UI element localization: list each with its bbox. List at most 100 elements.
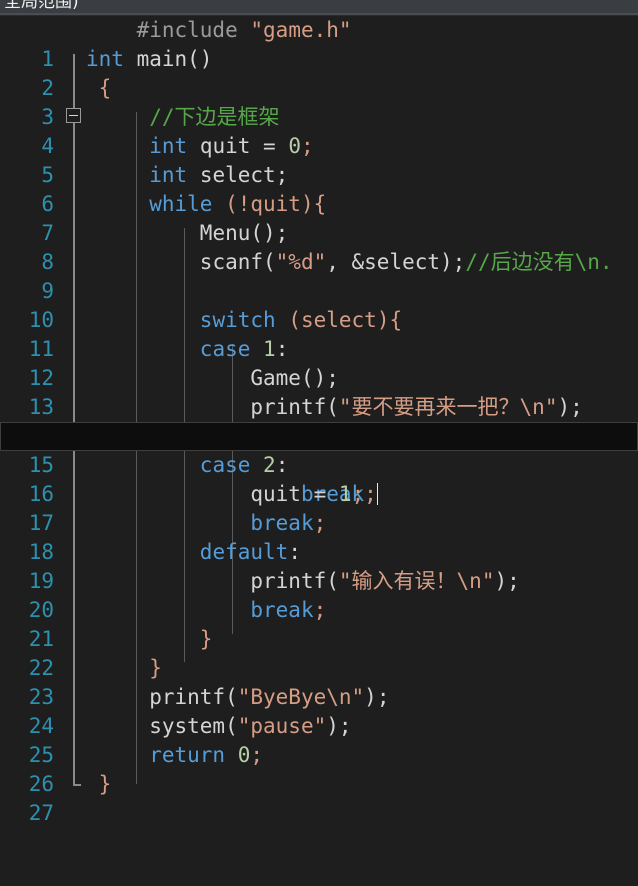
token-args: , &select); bbox=[326, 250, 466, 274]
token-preprocessor: #include bbox=[136, 18, 238, 42]
token-operator: = bbox=[313, 482, 327, 506]
code-line-6[interactable]: 6 int select; bbox=[0, 161, 638, 216]
token-call: printf( bbox=[149, 685, 238, 709]
code-text: { bbox=[86, 74, 112, 103]
code-text: int quit = 0; bbox=[86, 132, 314, 161]
code-text: break; bbox=[86, 596, 326, 625]
code-line-24[interactable]: 24 printf("ByeBye\n"); bbox=[0, 683, 638, 738]
scope-bar-divider bbox=[0, 13, 638, 15]
code-line-22[interactable]: 22 } bbox=[0, 625, 638, 680]
token-string: "ByeBye\n" bbox=[237, 685, 365, 709]
token-keyword: default bbox=[199, 540, 289, 564]
token-keyword: int bbox=[86, 47, 124, 71]
token-keyword: break bbox=[250, 598, 314, 622]
code-line-4[interactable]: 4 //下边是框架 bbox=[0, 103, 638, 158]
token-string: "要不要再来一把？\n" bbox=[338, 395, 558, 419]
token-keyword: switch bbox=[199, 308, 276, 332]
token-brace: } bbox=[149, 656, 162, 680]
code-text: #include "game.h" bbox=[86, 16, 352, 45]
token-brace: } bbox=[199, 627, 213, 651]
code-line-23[interactable]: 23 } bbox=[0, 654, 638, 709]
code-line-13[interactable]: 13 Game(); bbox=[0, 364, 638, 419]
code-line-3[interactable]: 3 { bbox=[0, 74, 638, 129]
code-text: Menu(); bbox=[86, 219, 289, 248]
token-identifier: quit bbox=[250, 482, 301, 506]
token-call: scanf( bbox=[199, 250, 276, 274]
token-operator: = bbox=[263, 134, 276, 158]
token-call: Menu(); bbox=[199, 221, 289, 245]
token-expression: (!quit){ bbox=[225, 192, 327, 216]
code-line-1[interactable]: 1 #include "game.h" bbox=[0, 16, 638, 71]
scope-bar-label: 全局范围) bbox=[4, 0, 79, 12]
code-text: int select; bbox=[86, 161, 288, 190]
code-line-25[interactable]: 25 system("pause"); bbox=[0, 712, 638, 767]
code-line-16[interactable]: 16 case 2: bbox=[0, 451, 638, 506]
code-line-7[interactable]: 7 while (!quit){ bbox=[0, 190, 638, 245]
token-string: "pause" bbox=[237, 714, 327, 738]
code-text: case 2: bbox=[86, 451, 289, 480]
token-number: 0 bbox=[237, 743, 251, 767]
code-text: //下边是框架 bbox=[86, 103, 280, 132]
code-text: quit = 1; bbox=[86, 480, 364, 509]
code-text: break; bbox=[86, 509, 326, 538]
code-text: scanf("%d", &select);//后边没有\n. bbox=[86, 248, 613, 277]
token-number: 2 bbox=[263, 453, 276, 477]
token-string: "%d" bbox=[275, 250, 327, 274]
scope-navigation-bar[interactable]: 全局范围) bbox=[0, 0, 638, 16]
token-brace: { bbox=[98, 76, 112, 100]
code-text: while (!quit){ bbox=[86, 190, 326, 219]
token-comment: //后边没有\n. bbox=[465, 250, 613, 274]
code-line-18[interactable]: 18 break; bbox=[0, 509, 638, 564]
token-string: "输入有误！\n" bbox=[338, 569, 495, 593]
token-tail: ); bbox=[494, 569, 520, 593]
code-line-14[interactable]: 14 printf("要不要再来一把？\n"); bbox=[0, 393, 638, 448]
token-keyword: case bbox=[199, 337, 251, 361]
token-keyword: return bbox=[149, 743, 226, 767]
code-text: printf("ByeBye\n"); bbox=[86, 683, 389, 712]
code-editor[interactable]: 1 #include "game.h" 2 int main() 3 { 4 /… bbox=[0, 16, 638, 825]
token-comment: //下边是框架 bbox=[149, 105, 280, 129]
token-call: printf( bbox=[250, 395, 339, 419]
code-line-5[interactable]: 5 int quit = 0; bbox=[0, 132, 638, 187]
token-identifier: select; bbox=[199, 163, 289, 187]
code-line-17[interactable]: 17 quit = 1; bbox=[0, 480, 638, 535]
code-line-11[interactable]: 11 switch (select){ bbox=[0, 306, 638, 361]
token-semicolon: ; bbox=[313, 511, 327, 535]
token-semicolon: ; bbox=[301, 134, 314, 158]
token-brace: } bbox=[98, 772, 112, 796]
code-text: Game(); bbox=[86, 364, 339, 393]
line-number: 27 bbox=[28, 801, 54, 825]
token-keyword: while bbox=[149, 192, 213, 216]
code-text: return 0; bbox=[86, 741, 263, 770]
code-line-8[interactable]: 8 Menu(); bbox=[0, 219, 638, 274]
token-function: main() bbox=[136, 47, 213, 71]
token-expression: (select){ bbox=[288, 308, 403, 332]
token-keyword: case bbox=[199, 453, 251, 477]
code-line-12[interactable]: 12 case 1: bbox=[0, 335, 638, 390]
code-text: printf("要不要再来一把？\n"); bbox=[86, 393, 583, 422]
token-colon: : bbox=[288, 540, 301, 564]
token-keyword: int bbox=[149, 134, 188, 158]
code-text: printf("输入有误！\n"); bbox=[86, 567, 520, 596]
token-call: system( bbox=[149, 714, 238, 738]
code-line-26[interactable]: 26 return 0; bbox=[0, 741, 638, 796]
token-tail: ); bbox=[557, 395, 583, 419]
token-keyword: int bbox=[149, 163, 188, 187]
code-text: } bbox=[86, 770, 112, 799]
code-line-19[interactable]: 19 default: bbox=[0, 538, 638, 593]
code-line-10[interactable]: 10 bbox=[0, 277, 638, 332]
code-line-9[interactable]: 9 scanf("%d", &select);//后边没有\n. bbox=[0, 248, 638, 303]
code-line-27[interactable]: 27 } bbox=[0, 770, 638, 825]
code-text: } bbox=[86, 625, 213, 654]
code-text: } bbox=[86, 654, 162, 683]
code-line-21[interactable]: 21 break; bbox=[0, 596, 638, 651]
code-line-15-current[interactable]: 15 break; bbox=[0, 422, 638, 506]
code-text: case 1: bbox=[86, 335, 289, 364]
token-number: 1 bbox=[338, 482, 352, 506]
code-line-2[interactable]: 2 int main() bbox=[0, 45, 638, 123]
token-number: 1 bbox=[263, 337, 276, 361]
code-text: system("pause"); bbox=[86, 712, 352, 741]
token-tail: ); bbox=[326, 714, 352, 738]
code-line-20[interactable]: 20 printf("输入有误！\n"); bbox=[0, 567, 638, 622]
code-text: default: bbox=[86, 538, 301, 567]
